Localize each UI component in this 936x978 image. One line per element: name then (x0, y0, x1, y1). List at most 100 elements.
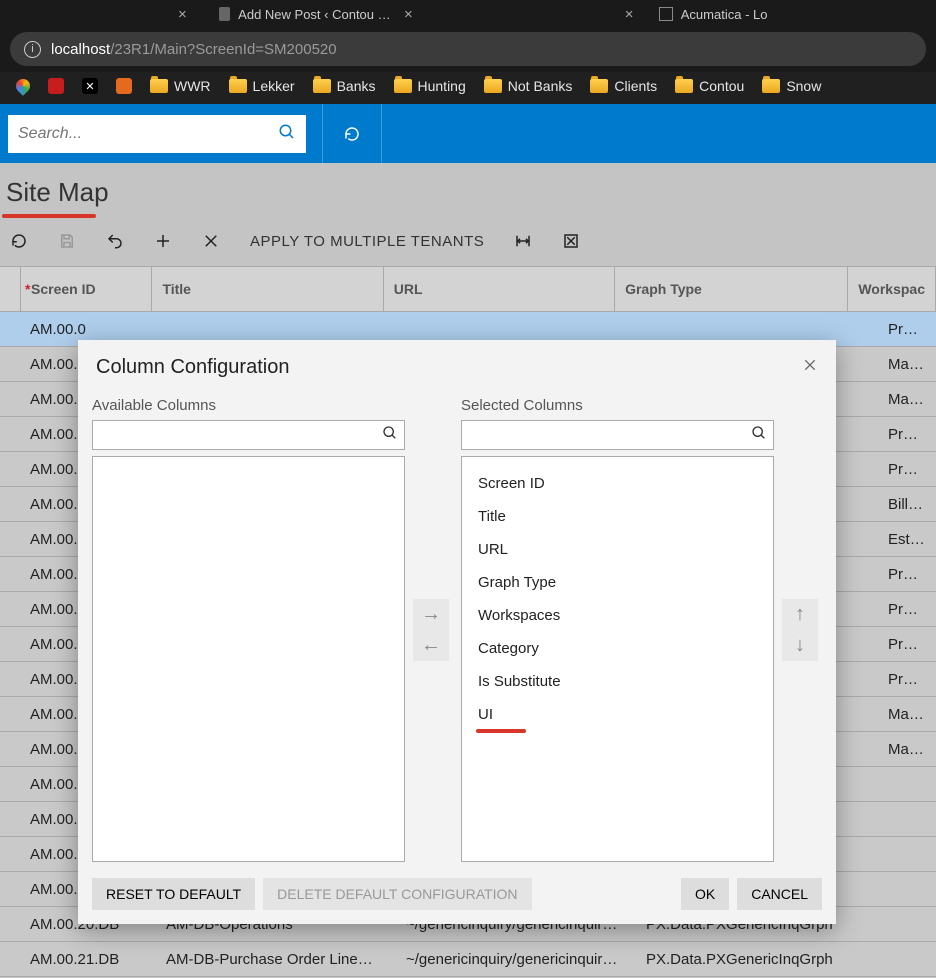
bookmark-item[interactable] (48, 78, 64, 94)
grid-header: *Screen ID Title URL Graph Type Workspac (0, 266, 936, 312)
move-left-button[interactable]: ← (421, 634, 441, 657)
page-title: Site Map (2, 163, 113, 212)
list-item[interactable]: Graph Type (476, 566, 759, 599)
selector-column (0, 267, 21, 311)
bookmark-label: Contou (699, 78, 744, 94)
divider (381, 104, 382, 163)
bookmark-item[interactable] (116, 78, 132, 94)
tab-close-icon[interactable]: × (625, 6, 634, 23)
table-row[interactable]: AM.00.21.DBAM-DB-Purchase Order Line…~/g… (0, 942, 936, 977)
bookmark-icon: ✕ (82, 78, 98, 94)
bookmark-item[interactable] (16, 79, 30, 93)
search-input[interactable] (18, 125, 278, 143)
add-button[interactable] (154, 232, 172, 250)
cell-workspaces: Material (878, 356, 936, 373)
selected-search[interactable] (461, 420, 774, 450)
site-info-icon[interactable]: i (24, 41, 41, 58)
browser-tab[interactable]: × (170, 6, 195, 23)
column-header-title[interactable]: Title (152, 267, 383, 311)
fit-columns-button[interactable] (514, 232, 532, 250)
undo-button[interactable] (106, 232, 124, 250)
available-search[interactable] (92, 420, 405, 450)
column-header-screen-id[interactable]: *Screen ID (21, 267, 152, 311)
bookmark-item[interactable]: Not Banks (484, 78, 573, 94)
dialog-title-bar: Column Configuration (78, 340, 836, 393)
bookmark-icon (13, 76, 33, 96)
available-search-input[interactable] (99, 427, 382, 443)
bookmark-item[interactable]: Banks (313, 78, 376, 94)
cell-title: AM-DB-Purchase Order Line… (156, 951, 396, 968)
search-icon[interactable] (278, 123, 296, 144)
tab-close-icon[interactable]: × (404, 6, 413, 23)
refresh-button[interactable] (323, 104, 381, 163)
ok-button[interactable]: OK (681, 878, 729, 910)
list-item[interactable]: UI (476, 698, 759, 731)
tab-favicon (659, 7, 673, 21)
folder-icon (229, 79, 247, 93)
delete-default-config-button: DELETE DEFAULT CONFIGURATION (263, 878, 531, 910)
cancel-button[interactable]: CANCEL (737, 878, 822, 910)
bookmark-label: Banks (337, 78, 376, 94)
cell-workspaces: Productio (878, 636, 936, 653)
column-header-workspaces[interactable]: Workspac (848, 267, 936, 311)
folder-icon (313, 79, 331, 93)
bookmark-label: Lekker (253, 78, 295, 94)
cell-workspaces: Estimatin (878, 531, 936, 548)
browser-tab[interactable]: Add New Post ‹ Contou Consultin × (211, 6, 421, 23)
move-up-button[interactable]: ↑ (795, 603, 805, 626)
address-bar[interactable]: i localhost/23R1/Main?ScreenId=SM200520 (10, 32, 926, 66)
cell-workspaces: Productio (878, 671, 936, 688)
bookmark-label: Clients (614, 78, 657, 94)
available-columns-list[interactable] (92, 456, 405, 862)
delete-button[interactable] (202, 232, 220, 250)
dialog-footer: RESET TO DEFAULT DELETE DEFAULT CONFIGUR… (78, 868, 836, 924)
reorder-arrows: ↑ ↓ (782, 397, 822, 862)
close-button[interactable] (802, 356, 818, 379)
search-icon[interactable] (751, 425, 767, 446)
browser-tab-active[interactable]: Site Map × (431, 6, 641, 23)
folder-icon (394, 79, 412, 93)
search-icon[interactable] (382, 425, 398, 446)
move-down-button[interactable]: ↓ (795, 634, 805, 657)
list-item[interactable]: Screen ID (476, 467, 759, 500)
bookmark-item[interactable]: Clients (590, 78, 657, 94)
bookmark-item[interactable]: Contou (675, 78, 744, 94)
column-header-url[interactable]: URL (384, 267, 615, 311)
apply-multiple-tenants-button[interactable]: APPLY TO MULTIPLE TENANTS (250, 233, 484, 250)
selected-search-input[interactable] (468, 427, 751, 443)
bookmark-item[interactable]: Lekker (229, 78, 295, 94)
selected-columns-list[interactable]: Screen IDTitleURLGraph TypeWorkspacesCat… (461, 456, 774, 862)
move-up-down-box: ↑ ↓ (782, 599, 818, 661)
bookmark-icon (48, 78, 64, 94)
cell-screen-id: AM.00.21.DB (20, 951, 156, 968)
address-text: localhost/23R1/Main?ScreenId=SM200520 (51, 41, 337, 58)
browser-tab[interactable]: Acumatica - Lo (651, 7, 776, 22)
bookmark-item[interactable]: Hunting (394, 78, 466, 94)
list-item[interactable]: Is Substitute (476, 665, 759, 698)
folder-icon (484, 79, 502, 93)
cell-workspaces: Material (878, 741, 936, 758)
list-item[interactable]: Title (476, 500, 759, 533)
bookmarks-bar: ✕ WWR Lekker Banks Hunting Not Banks Clients Co… (0, 72, 936, 104)
list-item[interactable]: Category (476, 632, 759, 665)
move-right-button[interactable]: → (421, 603, 441, 626)
list-item[interactable]: URL (476, 533, 759, 566)
bookmark-label: WWR (174, 78, 211, 94)
bookmark-item[interactable]: WWR (150, 78, 211, 94)
column-header-graph-type[interactable]: Graph Type (615, 267, 848, 311)
cell-screen-id: AM.00.0 (20, 321, 156, 338)
save-button[interactable] (58, 232, 76, 250)
toolbar: APPLY TO MULTIPLE TENANTS (0, 218, 936, 266)
bookmark-item[interactable]: Snow (762, 78, 821, 94)
list-item[interactable]: Workspaces (476, 599, 759, 632)
tab-close-icon[interactable]: × (178, 6, 187, 23)
export-button[interactable] (562, 232, 580, 250)
address-path: /23R1/Main?ScreenId=SM200520 (110, 41, 336, 58)
reset-to-default-button[interactable]: RESET TO DEFAULT (92, 878, 255, 910)
folder-icon (590, 79, 608, 93)
bookmark-icon (116, 78, 132, 94)
refresh-button[interactable] (10, 232, 28, 250)
bookmark-item[interactable]: ✕ (82, 78, 98, 94)
global-search[interactable] (8, 115, 306, 153)
cell-url: ~/genericinquiry/genericinquir… (396, 951, 636, 968)
